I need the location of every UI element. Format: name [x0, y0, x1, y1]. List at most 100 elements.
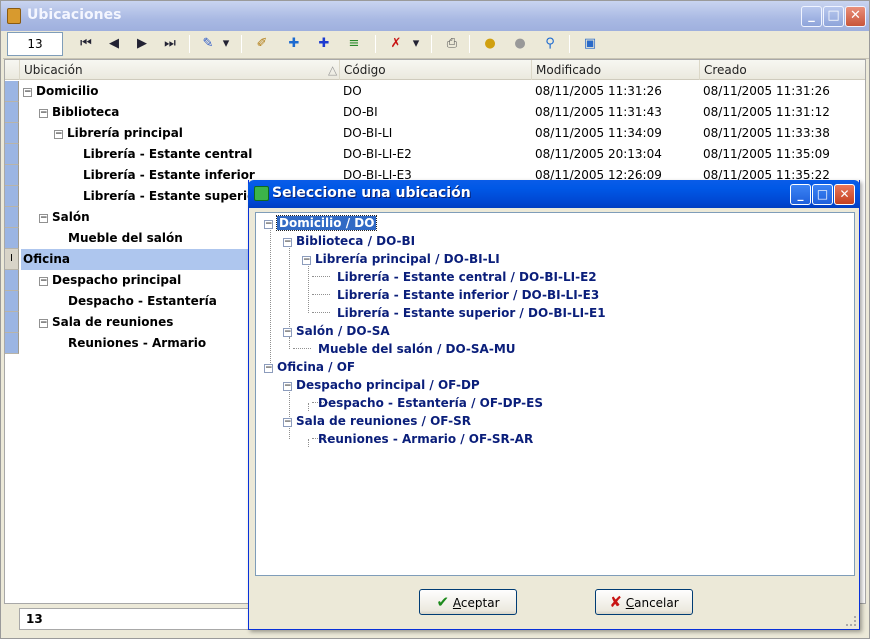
record-number-field[interactable]: 13 — [7, 32, 63, 56]
tree-node[interactable]: Librería - Estante central / DO-BI-LI-E2 — [337, 268, 597, 286]
edit-record-icon[interactable]: ✐ — [251, 34, 273, 54]
location-cell: Mueble del salón — [68, 231, 183, 245]
close-button[interactable]: ✕ — [845, 6, 866, 27]
table-row[interactable]: Librería - Estante central DO-BI-LI-E2 0… — [19, 144, 865, 165]
dialog-title: Seleccione una ubicación — [272, 185, 471, 201]
location-cell: Librería - Estante inferior — [83, 168, 255, 182]
row-indicator[interactable] — [5, 228, 19, 249]
collapse-icon[interactable]: − — [39, 214, 48, 223]
tree-connector — [308, 403, 309, 411]
tree-node-label: Mueble del salón / DO-SA-MU — [318, 342, 516, 356]
tree-node-label: Salón / DO-SA — [296, 324, 390, 338]
collapse-icon[interactable]: − — [39, 109, 48, 118]
code-cell: DO-BI-LI-E2 — [343, 147, 412, 161]
filter-off-icon[interactable]: ● — [509, 34, 531, 54]
collapse-icon[interactable]: − — [283, 328, 292, 337]
edit-view-icon[interactable]: ✎ — [197, 34, 219, 54]
tree-node[interactable]: − Salón / DO-SA — [283, 322, 390, 340]
collapse-icon[interactable]: − — [302, 256, 311, 265]
delete-icon[interactable]: ✗ — [385, 34, 407, 54]
sort-indicator-icon: △ — [328, 63, 338, 77]
row-indicator[interactable] — [5, 165, 19, 186]
tree-node[interactable]: Reuniones - Armario / OF-SR-AR — [318, 430, 533, 448]
collapse-icon[interactable]: − — [54, 130, 63, 139]
tree-node[interactable]: Librería - Estante superior / DO-BI-LI-E… — [337, 304, 606, 322]
row-indicator[interactable] — [5, 333, 19, 354]
row-indicator-current[interactable]: I — [5, 249, 19, 270]
location-label: Librería principal — [67, 126, 183, 140]
dropdown-icon[interactable]: ▾ — [409, 34, 423, 54]
collapse-icon[interactable]: − — [283, 418, 292, 427]
tree-node[interactable]: − Despacho principal / OF-DP — [283, 376, 480, 394]
tree-node[interactable]: Librería - Estante inferior / DO-BI-LI-E… — [337, 286, 599, 304]
collapse-icon[interactable]: − — [23, 88, 32, 97]
tree-node[interactable]: − Sala de reuniones / OF-SR — [283, 412, 471, 430]
tree-node[interactable]: Mueble del salón / DO-SA-MU — [318, 340, 516, 358]
collapse-icon[interactable]: − — [264, 364, 273, 373]
collapse-icon[interactable]: − — [39, 277, 48, 286]
location-cell: − Salón — [39, 207, 90, 228]
table-row[interactable]: − Librería principal DO-BI-LI 08/11/2005 … — [19, 123, 865, 144]
location-cell: − Despacho principal — [39, 270, 181, 291]
dropdown-icon[interactable]: ▾ — [219, 34, 233, 54]
collapse-icon[interactable]: − — [264, 220, 273, 229]
tree-node-label: Domicilio / DO — [275, 215, 378, 231]
row-indicator[interactable] — [5, 270, 19, 291]
dialog-title-bar[interactable]: Seleccione una ubicación _ □ ✕ — [248, 180, 860, 208]
row-indicator[interactable] — [5, 186, 19, 207]
location-label: Biblioteca — [52, 105, 120, 119]
resize-grip-icon[interactable] — [846, 616, 856, 626]
prev-record-icon[interactable]: ◀ — [103, 34, 125, 54]
tree-node[interactable]: − Librería principal / DO-BI-LI — [302, 250, 500, 268]
row-indicator[interactable] — [5, 207, 19, 228]
tree-node[interactable]: − Biblioteca / DO-BI — [283, 232, 415, 250]
first-record-icon[interactable]: ⏮ — [75, 34, 97, 54]
column-label: Ubicación — [24, 63, 83, 77]
maximize-button[interactable]: □ — [823, 6, 844, 27]
title-bar[interactable]: Ubicaciones _ □ ✕ — [1, 1, 869, 31]
exit-icon[interactable]: ▣ — [579, 34, 601, 54]
collapse-icon[interactable]: − — [283, 238, 292, 247]
tree-node[interactable]: Despacho - Estantería / OF-DP-ES — [318, 394, 543, 412]
table-row[interactable]: − Domicilio DO 08/11/2005 11:31:26 08/11/… — [19, 81, 865, 102]
column-header-creado[interactable]: Creado — [699, 60, 865, 80]
row-indicator[interactable] — [5, 81, 19, 102]
row-indicator[interactable] — [5, 102, 19, 123]
tree-node[interactable]: − Oficina / OF — [264, 358, 355, 376]
column-header-modificado[interactable]: Modificado — [531, 60, 699, 80]
add-record-icon[interactable]: ✚ — [283, 34, 305, 54]
row-indicator[interactable] — [5, 144, 19, 165]
location-cell: − Sala de reuniones — [39, 312, 173, 333]
filter-icon[interactable]: ● — [479, 34, 501, 54]
dialog-minimize-button[interactable]: _ — [790, 184, 811, 205]
tree-node-label: Librería - Estante superior / DO-BI-LI-E… — [337, 306, 606, 320]
location-tree[interactable]: − Domicilio / DO − Biblioteca / DO-BI − Lib… — [255, 212, 855, 576]
tree-node[interactable]: − Domicilio / DO — [264, 214, 378, 232]
dialog-close-button[interactable]: ✕ — [834, 184, 855, 205]
accept-button[interactable]: ✔ Aceptar — [419, 589, 517, 615]
column-header-ubicacion[interactable]: Ubicación △ — [19, 60, 339, 80]
column-header-codigo[interactable]: Código — [339, 60, 531, 80]
collapse-icon[interactable]: − — [283, 382, 292, 391]
collapse-icon[interactable]: − — [39, 319, 48, 328]
row-indicator[interactable] — [5, 291, 19, 312]
add-child-icon[interactable]: ✚ — [313, 34, 335, 54]
print-icon[interactable]: ⎙ — [441, 34, 463, 54]
table-row[interactable]: − Biblioteca DO-BI 08/11/2005 11:31:43 08… — [19, 102, 865, 123]
last-record-icon[interactable]: ⏭ — [159, 34, 181, 54]
row-indicator[interactable] — [5, 312, 19, 333]
cancel-button[interactable]: ✘ Cancelar — [595, 589, 693, 615]
code-cell: DO — [343, 84, 362, 98]
find-icon[interactable]: ⚲ — [539, 34, 561, 54]
location-label: Sala de reuniones — [52, 315, 174, 329]
created-cell: 08/11/2005 11:31:12 — [703, 105, 830, 119]
list-icon[interactable]: ≡ — [343, 34, 365, 54]
tree-connector — [312, 276, 330, 277]
minimize-button[interactable]: _ — [801, 6, 822, 27]
next-record-icon[interactable]: ▶ — [131, 34, 153, 54]
tree-node-label: Librería - Estante central / DO-BI-LI-E2 — [337, 270, 597, 284]
dialog-maximize-button[interactable]: □ — [812, 184, 833, 205]
select-location-dialog: Seleccione una ubicación _ □ ✕ − Domicili… — [248, 180, 860, 630]
checkmark-icon: ✔ — [436, 593, 450, 611]
row-indicator[interactable] — [5, 123, 19, 144]
